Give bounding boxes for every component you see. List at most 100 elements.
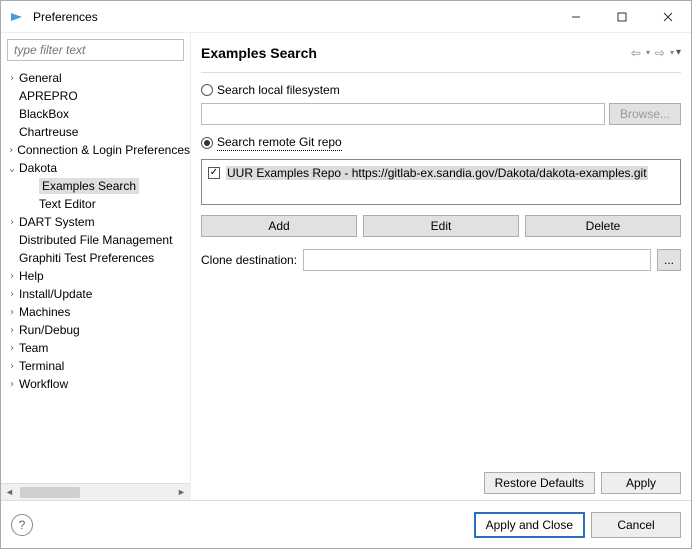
cancel-button[interactable]: Cancel <box>591 512 681 538</box>
tree-item[interactable]: ›General <box>1 69 190 87</box>
tree-item-label: General <box>19 71 62 85</box>
chevron-right-icon[interactable]: › <box>5 271 19 282</box>
app-icon <box>9 9 25 25</box>
clone-browse-button[interactable]: ... <box>657 249 681 271</box>
local-path-row: Browse... <box>201 103 681 125</box>
tree-item-label: Distributed File Management <box>19 233 172 247</box>
window-title: Preferences <box>33 10 553 24</box>
scroll-left-icon[interactable]: ◄ <box>1 485 18 500</box>
add-button[interactable]: Add <box>201 215 357 237</box>
tree-item[interactable]: ›Team <box>1 339 190 357</box>
tree-item[interactable]: BlackBox <box>1 105 190 123</box>
tree-item[interactable]: ›Workflow <box>1 375 190 393</box>
tree-item[interactable]: ›DART System <box>1 213 190 231</box>
chevron-right-icon[interactable]: › <box>5 361 19 372</box>
repo-list-item[interactable]: ✓ UUR Examples Repo - https://gitlab-ex.… <box>208 166 674 180</box>
repo-label: UUR Examples Repo - https://gitlab-ex.sa… <box>226 166 648 180</box>
tree-item[interactable]: Chartreuse <box>1 123 190 141</box>
menu-dropdown-icon[interactable]: ▾ <box>676 47 681 58</box>
chevron-right-icon[interactable]: › <box>5 289 19 300</box>
tree-item[interactable]: ›Machines <box>1 303 190 321</box>
tree-item[interactable]: ›Terminal <box>1 357 190 375</box>
chevron-right-icon[interactable]: › <box>5 343 19 354</box>
preferences-tree[interactable]: ›GeneralAPREPROBlackBoxChartreuse›Connec… <box>1 67 190 483</box>
tree-item-label: DART System <box>19 215 95 229</box>
tree-item[interactable]: Graphiti Test Preferences <box>1 249 190 267</box>
repo-buttons: Add Edit Delete <box>201 215 681 237</box>
radio-local-row: Search local filesystem <box>201 83 681 97</box>
radio-local[interactable] <box>201 84 213 96</box>
tree-item-label: Chartreuse <box>19 125 78 139</box>
forward-dropdown-icon[interactable]: ▾ <box>670 48 674 57</box>
tree-item[interactable]: ⌄Dakota <box>1 159 190 177</box>
tree-item-label: Workflow <box>19 377 68 391</box>
tree-item[interactable]: ›Run/Debug <box>1 321 190 339</box>
apply-button[interactable]: Apply <box>601 472 681 494</box>
page-title: Examples Search <box>201 45 628 61</box>
tree-item[interactable]: ›Connection & Login Preferences <box>1 141 190 159</box>
browse-button[interactable]: Browse... <box>609 103 681 125</box>
chevron-right-icon[interactable]: › <box>5 325 19 336</box>
apply-and-close-button[interactable]: Apply and Close <box>474 512 585 538</box>
tree-item-label: Machines <box>19 305 70 319</box>
close-button[interactable] <box>645 1 691 32</box>
tree-item[interactable]: ›Install/Update <box>1 285 190 303</box>
chevron-right-icon[interactable]: › <box>5 217 19 228</box>
tree-item-label: APREPRO <box>19 89 78 103</box>
titlebar: Preferences <box>1 1 691 33</box>
clone-destination-label: Clone destination: <box>201 253 297 267</box>
tree-item-label: Help <box>19 269 44 283</box>
chevron-right-icon[interactable]: › <box>5 73 19 84</box>
maximize-button[interactable] <box>599 1 645 32</box>
radio-remote-label: Search remote Git repo <box>217 135 342 151</box>
repo-checkbox[interactable]: ✓ <box>208 167 220 179</box>
chevron-right-icon[interactable]: › <box>5 379 19 390</box>
sidebar: ›GeneralAPREPROBlackBoxChartreuse›Connec… <box>1 33 191 500</box>
tree-item-label: Terminal <box>19 359 64 373</box>
tree-item-label: Install/Update <box>19 287 92 301</box>
back-icon[interactable]: ⇦ <box>628 46 644 60</box>
chevron-right-icon[interactable]: › <box>5 307 19 318</box>
filter-input[interactable] <box>7 39 184 61</box>
chevron-down-icon[interactable]: ⌄ <box>5 163 19 174</box>
triangle-icon <box>10 10 24 24</box>
tree-item-label: Examples Search <box>39 178 139 194</box>
header-toolbar: ⇦▾ ⇨▾ ▾ <box>628 46 681 60</box>
tree-item-label: Connection & Login Preferences <box>17 143 190 157</box>
radio-remote[interactable] <box>201 137 213 149</box>
scroll-thumb[interactable] <box>20 487 80 498</box>
window-controls <box>553 1 691 32</box>
help-icon[interactable]: ? <box>11 514 33 536</box>
delete-button[interactable]: Delete <box>525 215 681 237</box>
minimize-button[interactable] <box>553 1 599 32</box>
back-dropdown-icon[interactable]: ▾ <box>646 48 650 57</box>
page-action-row: Restore Defaults Apply <box>201 472 681 494</box>
dialog-footer: ? Apply and Close Cancel <box>1 500 691 548</box>
local-path-input[interactable] <box>201 103 605 125</box>
tree-item-label: Graphiti Test Preferences <box>19 251 154 265</box>
tree-item[interactable]: ›Help <box>1 267 190 285</box>
tree-item[interactable]: Text Editor <box>1 195 190 213</box>
content-area: ›GeneralAPREPROBlackBoxChartreuse›Connec… <box>1 33 691 500</box>
repo-list[interactable]: ✓ UUR Examples Repo - https://gitlab-ex.… <box>201 159 681 205</box>
forward-icon[interactable]: ⇨ <box>652 46 668 60</box>
radio-local-label: Search local filesystem <box>217 83 340 97</box>
tree-item[interactable]: APREPRO <box>1 87 190 105</box>
clone-destination-input[interactable] <box>303 249 651 271</box>
scroll-right-icon[interactable]: ► <box>173 485 190 500</box>
scroll-track[interactable] <box>18 485 173 500</box>
restore-defaults-button[interactable]: Restore Defaults <box>484 472 595 494</box>
page-header: Examples Search ⇦▾ ⇨▾ ▾ <box>201 33 681 73</box>
tree-item-label: Team <box>19 341 48 355</box>
main-panel: Examples Search ⇦▾ ⇨▾ ▾ Search local fil… <box>191 33 691 500</box>
tree-item[interactable]: Distributed File Management <box>1 231 190 249</box>
preferences-window: Preferences ›GeneralAPREPROBlackBoxChart… <box>0 0 692 549</box>
tree-item[interactable]: Examples Search <box>1 177 190 195</box>
horizontal-scrollbar[interactable]: ◄ ► <box>1 483 190 500</box>
chevron-right-icon[interactable]: › <box>5 145 17 156</box>
tree-item-label: Text Editor <box>39 197 96 211</box>
edit-button[interactable]: Edit <box>363 215 519 237</box>
clone-destination-row: Clone destination: ... <box>201 249 681 271</box>
tree-item-label: Run/Debug <box>19 323 80 337</box>
tree-item-label: BlackBox <box>19 107 69 121</box>
